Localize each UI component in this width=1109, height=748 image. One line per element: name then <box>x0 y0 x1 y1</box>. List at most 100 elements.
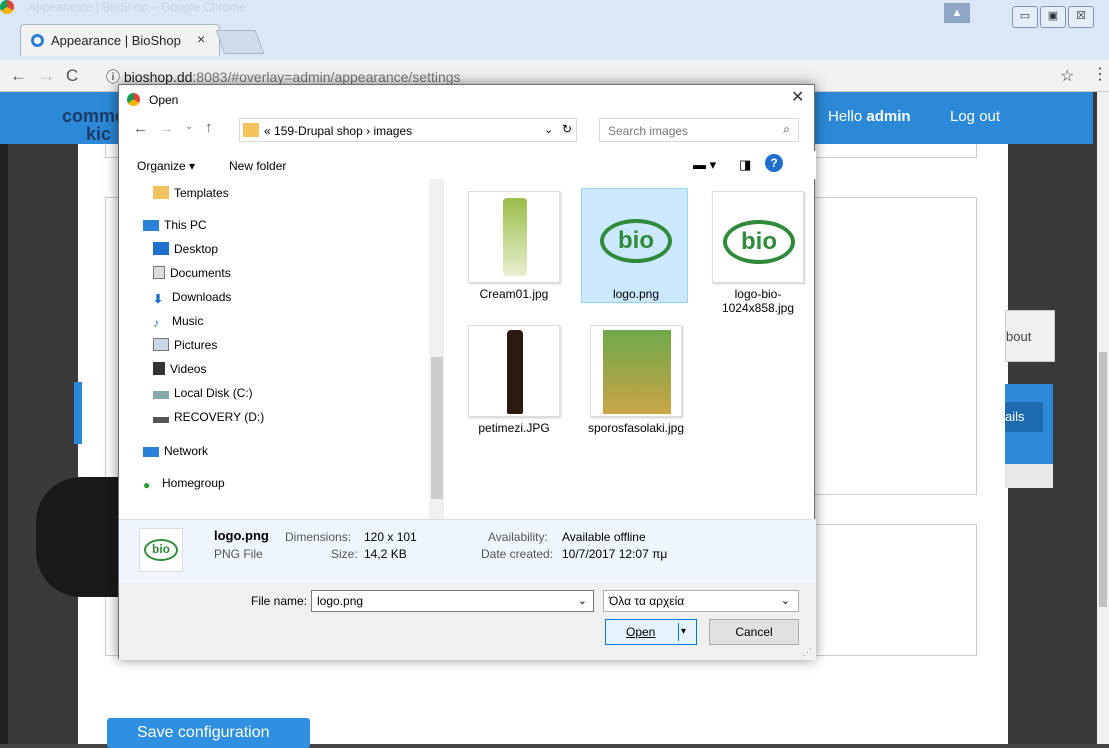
browser-titlebar: Appearance | BioShop – Google Chrome App… <box>0 0 1109 60</box>
chrome-icon <box>127 93 140 106</box>
back-icon[interactable]: ← <box>10 66 27 86</box>
up-icon[interactable]: ↑ <box>205 119 213 136</box>
url-path: :8083/#overlay=admin/appearance/settings <box>192 69 461 85</box>
file-item[interactable]: Cream01.jpg <box>459 191 569 301</box>
new-folder-button[interactable]: New folder <box>229 159 286 173</box>
breadcrumb-overflow[interactable]: « <box>264 124 271 138</box>
chrome-menu-icon[interactable]: ⋮ <box>1092 64 1108 84</box>
forward-icon[interactable]: → <box>38 66 55 86</box>
window-title: Appearance | BioShop – Google Chrome <box>28 0 246 14</box>
tree-label: RECOVERY (D:) <box>174 410 265 424</box>
file-name: logo-bio-1024x858.jpg <box>721 287 795 315</box>
breadcrumb-item[interactable]: images <box>373 124 412 138</box>
back-icon[interactable]: ← <box>133 120 148 137</box>
dialog-address-row: ← → ⌄ ↑ « 159-Drupal shop › images ⌄ ↻ S… <box>129 118 809 144</box>
file-name: logo.png <box>612 287 660 301</box>
file-name: petimezi.JPG <box>478 421 550 435</box>
organize-button[interactable]: Organize ▾ <box>137 159 195 173</box>
dialog-close-icon[interactable]: ✕ <box>791 87 804 107</box>
tree-item-downloads[interactable]: ⬇ Downloads <box>153 287 231 307</box>
navigation-pane: Templates This PC Desktop Documents ⬇ Dow… <box>119 179 444 519</box>
recent-dropdown-icon[interactable]: ⌄ <box>185 121 193 132</box>
tree-item-music[interactable]: ♪ Music <box>153 311 203 331</box>
file-name: sporosfasolaki.jpg <box>587 421 685 435</box>
filetype-value: PNG File <box>214 547 263 561</box>
tree-item-templates[interactable]: Templates <box>153 183 229 203</box>
blue-accent <box>74 382 82 444</box>
path-bar[interactable]: « 159-Drupal shop › images ⌄ ↻ <box>239 118 577 142</box>
page-scroll-thumb[interactable] <box>1099 352 1107 607</box>
breadcrumb-item[interactable]: 159-Drupal shop <box>274 124 363 138</box>
maximize-button[interactable]: ▣ <box>1040 6 1066 28</box>
homegroup-icon: ● <box>143 478 151 492</box>
tree-label: Network <box>164 444 209 458</box>
network-icon <box>143 447 159 457</box>
chevron-down-icon[interactable]: ⌄ <box>578 594 587 607</box>
tree-item-network[interactable]: Network <box>143 441 208 461</box>
browser-tab[interactable]: Appearance | BioShop × <box>20 24 220 56</box>
tree-item-documents[interactable]: Documents <box>153 263 231 283</box>
view-options-icon[interactable]: ▬ ▾ <box>693 157 716 173</box>
cancel-button[interactable]: Cancel <box>709 619 799 645</box>
url-host: bioshop.dd <box>123 69 193 85</box>
reload-icon[interactable]: C <box>66 66 78 86</box>
file-type-value: Όλα τα αρχεία <box>609 594 685 608</box>
open-label: Open <box>626 625 656 639</box>
tab-close-icon[interactable]: × <box>197 31 205 47</box>
close-window-button[interactable]: ☒ <box>1068 6 1094 28</box>
tree-item-pictures[interactable]: Pictures <box>153 335 217 355</box>
open-split-arrow-icon[interactable]: ▾ <box>678 623 690 641</box>
tree-item-desktop[interactable]: Desktop <box>153 239 218 259</box>
username-link[interactable]: admin <box>866 108 910 125</box>
breadcrumb: « 159-Drupal shop › images <box>264 124 412 138</box>
search-input[interactable]: Search images ⌕ <box>599 118 799 142</box>
logo-bio-thumbnail: bio <box>712 191 804 283</box>
resize-grip-icon[interactable]: ⋰ <box>803 647 812 658</box>
new-tab-button[interactable] <box>215 30 265 54</box>
tree-label: Documents <box>170 266 231 280</box>
videos-icon <box>153 362 165 375</box>
folder-icon <box>243 123 259 137</box>
bio-logo-icon: bio <box>144 539 178 561</box>
tab-title: Appearance | BioShop <box>51 33 181 48</box>
about-button[interactable]: bout <box>1005 310 1055 362</box>
size-label: Size: <box>331 547 358 561</box>
bio-logo-icon: bio <box>723 220 795 264</box>
folder-icon <box>153 186 169 199</box>
file-name-label: File name: <box>251 594 308 608</box>
minimize-button[interactable]: ▭ <box>1012 6 1038 28</box>
file-name-input[interactable]: logo.png ⌄ <box>311 590 594 612</box>
file-item[interactable]: petimezi.JPG <box>459 325 569 435</box>
forward-icon[interactable]: → <box>159 120 174 137</box>
refresh-icon[interactable]: ↻ <box>562 122 572 136</box>
tree-item-recovery[interactable]: RECOVERY (D:) <box>153 407 264 427</box>
open-button[interactable]: Open ▾ <box>605 619 697 645</box>
file-item-selected[interactable]: bio logo.png <box>581 191 691 301</box>
file-item[interactable]: sporosfasolaki.jpg <box>581 325 691 435</box>
chevron-down-icon: ⌄ <box>780 595 790 607</box>
tree-item-videos[interactable]: Videos <box>153 359 206 379</box>
grey-row <box>1005 464 1053 488</box>
logo-thumbnail: bio <box>590 191 682 283</box>
petimezi-thumbnail <box>468 325 560 417</box>
file-item[interactable]: bio logo-bio-1024x858.jpg <box>703 191 813 315</box>
tree-label: Videos <box>170 362 207 376</box>
file-type-select[interactable]: Όλα τα αρχεία ⌄ <box>603 590 799 612</box>
tree-item-local-disk[interactable]: Local Disk (C:) <box>153 383 253 403</box>
site-logo-line2: kic <box>86 124 112 144</box>
size-value: 14,2 KB <box>364 547 407 561</box>
help-icon[interactable]: ? <box>765 154 783 172</box>
tree-label: Downloads <box>172 290 232 304</box>
tree-item-this-pc[interactable]: This PC <box>143 215 207 235</box>
bookmark-star-icon[interactable]: ☆ <box>1060 66 1074 86</box>
logout-link[interactable]: Log out <box>950 108 1000 125</box>
path-dropdown-icon[interactable]: ⌄ <box>544 123 553 136</box>
preview-pane-icon[interactable]: ◨ <box>739 157 751 173</box>
search-placeholder: Search images <box>608 124 689 138</box>
breadcrumb-separator[interactable]: › <box>366 124 370 138</box>
tree-scroll-thumb[interactable] <box>431 357 443 499</box>
details-button[interactable]: ails <box>1005 402 1043 432</box>
profile-icon[interactable]: ▲ <box>944 3 970 23</box>
tree-item-homegroup[interactable]: ● Homegroup <box>143 473 225 493</box>
tree-label: Local Disk (C:) <box>174 386 253 400</box>
